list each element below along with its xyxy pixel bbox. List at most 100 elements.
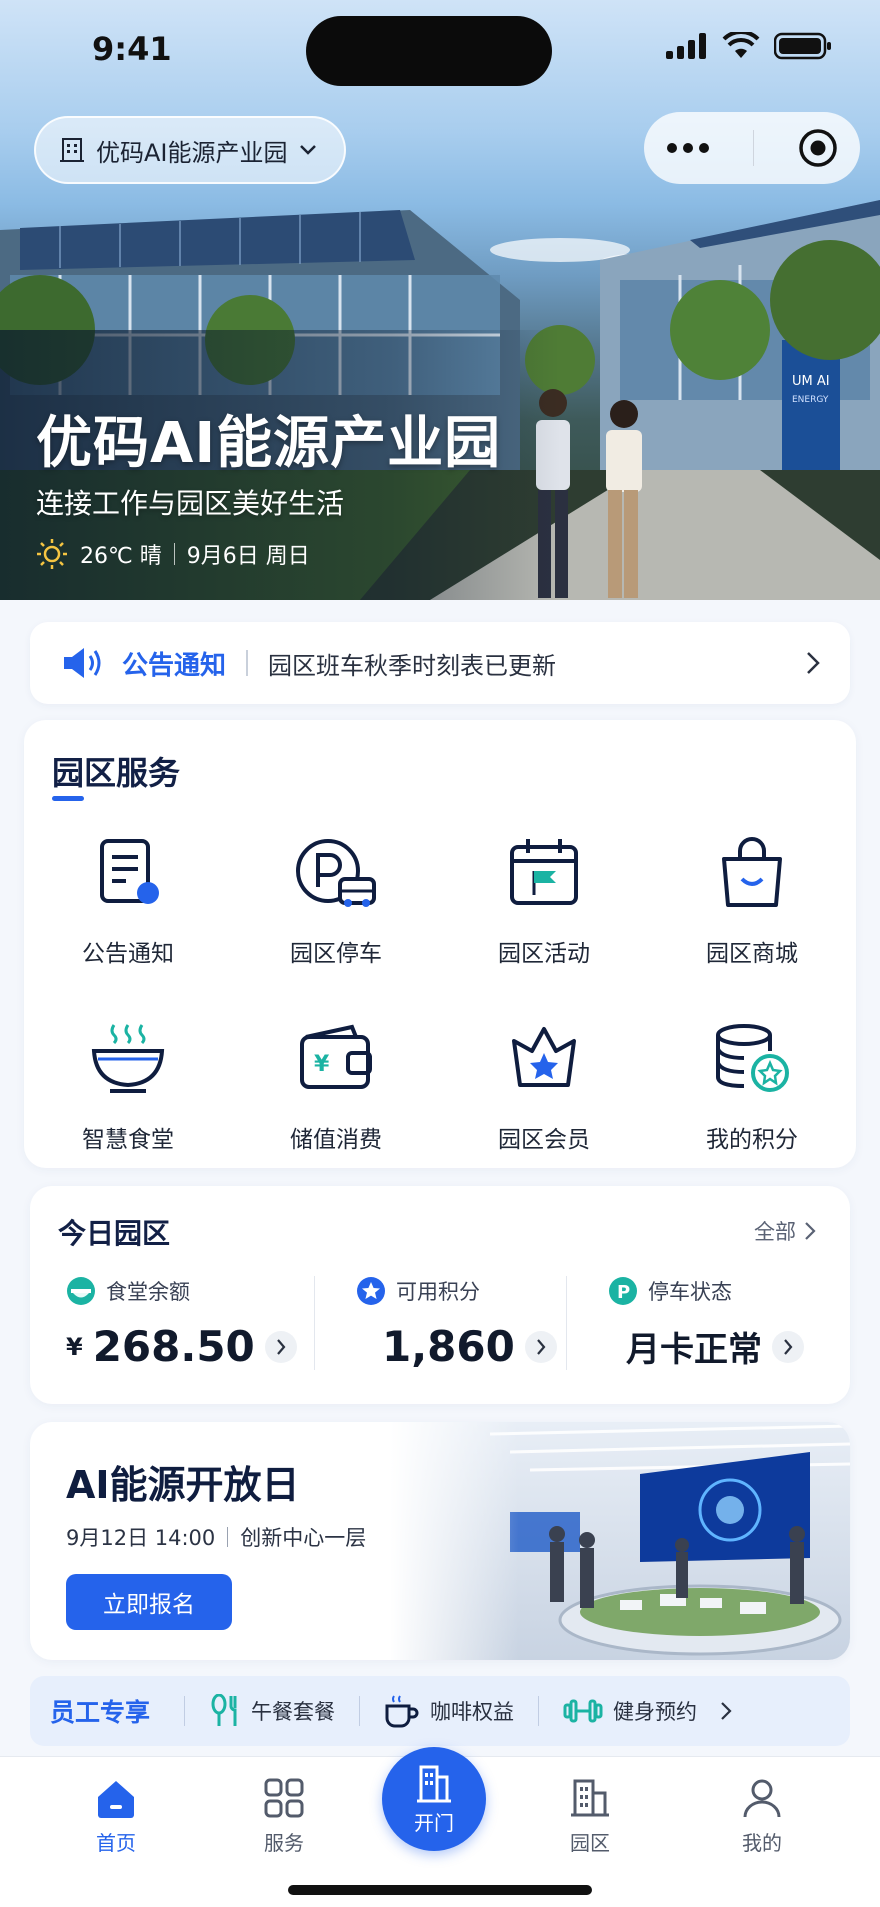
temperature: 26℃ 晴 xyxy=(80,544,162,569)
points-coin-icon xyxy=(716,1024,789,1092)
hero-title: 优码AI能源产业园 xyxy=(36,411,502,476)
register-button[interactable]: 立即报名 xyxy=(66,1574,232,1630)
close-target-icon[interactable] xyxy=(798,128,838,168)
employee-perks-bar: 员工专享 午餐套餐 咖啡权益 健身预约 xyxy=(30,1676,850,1746)
service-activity[interactable]: 园区活动 xyxy=(440,830,648,968)
notice-bar[interactable]: 公告通知 园区班车秋季时刻表已更新 xyxy=(30,622,850,704)
app-screen: UM AI ENERGY 9:41 优码AI能源产业园 优码AI能源产业园 连接… xyxy=(0,0,880,1907)
user-icon xyxy=(743,1779,781,1818)
grid-icon xyxy=(264,1778,304,1818)
dumbbell-icon xyxy=(563,1699,603,1723)
building-icon xyxy=(60,138,84,162)
svg-text:P: P xyxy=(617,1282,630,1303)
hero-subtitle: 连接工作与园区美好生活 xyxy=(36,487,345,520)
svg-text:¥: ¥ xyxy=(314,1052,330,1077)
chevron-right-icon xyxy=(276,1338,286,1355)
service-label: 智慧食堂 xyxy=(82,1127,174,1153)
service-label: 我的积分 xyxy=(706,1127,798,1153)
perks-title: 员工专享 xyxy=(50,1698,151,1727)
wallet-icon: ¥ xyxy=(300,1024,372,1089)
perk-gym[interactable]: 健身预约 xyxy=(553,1696,707,1726)
service-label: 园区活动 xyxy=(498,941,590,967)
exhibition-hall-image xyxy=(390,1422,850,1660)
coffee-cup-icon xyxy=(385,1695,419,1728)
canteen-balance[interactable]: 食堂余额 ¥268.50 xyxy=(66,1276,316,1376)
hero-banner: UM AI ENERGY 9:41 优码AI能源产业园 优码AI能源产业园 连接… xyxy=(0,0,880,600)
buildings-icon xyxy=(571,1779,609,1817)
status-icons xyxy=(666,32,832,60)
canteen-bowl-icon xyxy=(67,1277,95,1305)
service-points[interactable]: 我的积分 xyxy=(648,1016,856,1154)
park-selector[interactable]: 优码AI能源产业园 xyxy=(34,116,346,184)
perk-coffee[interactable]: 咖啡权益 xyxy=(374,1694,524,1728)
chevron-down-icon xyxy=(299,145,316,155)
chevron-right-icon xyxy=(807,652,820,674)
sign-text: UM AI xyxy=(792,374,830,389)
notice-tag: 公告通知 xyxy=(122,650,227,681)
sun-icon xyxy=(37,539,67,569)
service-label: 园区会员 xyxy=(498,1127,590,1153)
service-notice[interactable]: 公告通知 xyxy=(24,830,232,968)
park-name: 优码AI能源产业园 xyxy=(96,138,288,167)
today-title: 今日园区 xyxy=(58,1217,171,1250)
calendar-flag-icon xyxy=(510,839,578,905)
event-meta: 9月12日 14:00 创新中心一层 xyxy=(66,1522,366,1552)
tab-services[interactable]: 服务 xyxy=(224,1777,344,1856)
speaker-icon xyxy=(64,648,101,678)
food-bowl-icon xyxy=(91,1024,165,1093)
utensils-icon xyxy=(211,1694,237,1726)
home-icon xyxy=(98,1781,134,1818)
more-dots-icon[interactable] xyxy=(666,142,710,154)
tab-profile[interactable]: 我的 xyxy=(702,1777,822,1856)
miniprogram-capsule xyxy=(644,112,860,184)
event-banner[interactable]: AI能源开放日 9月12日 14:00 创新中心一层 立即报名 xyxy=(30,1422,850,1660)
service-label: 园区商城 xyxy=(706,941,798,967)
wifi-icon xyxy=(722,32,760,58)
perk-lunch[interactable]: 午餐套餐 xyxy=(199,1694,345,1728)
sign-subtext: ENERGY xyxy=(792,395,829,405)
weather-row: 26℃ 晴 9月6日 周日 xyxy=(36,538,310,570)
chevron-right-icon xyxy=(784,1338,793,1355)
title-underline xyxy=(52,796,84,801)
tab-park[interactable]: 园区 xyxy=(530,1777,650,1856)
signal-icon xyxy=(666,33,706,59)
chevron-right-icon xyxy=(537,1338,546,1355)
balance-value: 268.50 xyxy=(92,1322,255,1371)
tab-open-door[interactable]: 开门 xyxy=(382,1747,486,1851)
parking-status-value: 月卡正常 xyxy=(626,1330,762,1370)
status-time: 9:41 xyxy=(92,30,172,68)
available-points[interactable]: 可用积分 1,860 xyxy=(356,1276,576,1376)
tab-home[interactable]: 首页 xyxy=(56,1777,176,1856)
service-label: 储值消费 xyxy=(290,1127,382,1153)
services-title: 园区服务 xyxy=(52,754,181,792)
service-label: 公告通知 xyxy=(82,941,174,967)
parking-icon xyxy=(296,839,376,907)
event-location: 创新中心一层 xyxy=(240,1526,367,1550)
date: 9月6日 周日 xyxy=(186,544,310,569)
star-badge-icon xyxy=(357,1277,385,1305)
services-card: 园区服务 公告通知 园区停车 园区活动 园区商城 智慧食堂 ¥ 储值消费 园区会… xyxy=(24,720,856,1168)
parking-badge-icon: P xyxy=(609,1277,637,1305)
today-card: 今日园区 全部 食堂余额 ¥268.50 可用积分 1,860 P 停车状态 月卡… xyxy=(30,1186,850,1404)
points-value: 1,860 xyxy=(382,1322,515,1371)
chevron-right-icon[interactable] xyxy=(719,1700,733,1722)
service-member[interactable]: 园区会员 xyxy=(440,1016,648,1154)
parking-status[interactable]: P 停车状态 月卡正常 xyxy=(608,1276,828,1376)
service-label: 园区停车 xyxy=(290,941,382,967)
door-building-icon xyxy=(417,1765,451,1802)
event-title: AI能源开放日 xyxy=(66,1463,300,1507)
dynamic-island xyxy=(306,16,552,86)
service-canteen[interactable]: 智慧食堂 xyxy=(24,1016,232,1154)
bottom-tab-bar: 首页 服务 开门 园区 我的 xyxy=(0,1747,880,1907)
service-parking[interactable]: 园区停车 xyxy=(232,830,440,968)
notice-text: 园区班车秋季时刻表已更新 xyxy=(268,651,557,680)
service-wallet[interactable]: ¥ 储值消费 xyxy=(232,1016,440,1154)
service-mall[interactable]: 园区商城 xyxy=(648,830,856,968)
shopping-bag-icon xyxy=(722,837,782,907)
home-indicator xyxy=(288,1885,592,1895)
event-date: 9月12日 14:00 xyxy=(66,1526,216,1550)
battery-icon xyxy=(774,32,831,60)
notice-doc-icon xyxy=(100,839,159,904)
view-all-link[interactable]: 全部 xyxy=(754,1216,816,1246)
chevron-right-icon xyxy=(805,1222,816,1240)
